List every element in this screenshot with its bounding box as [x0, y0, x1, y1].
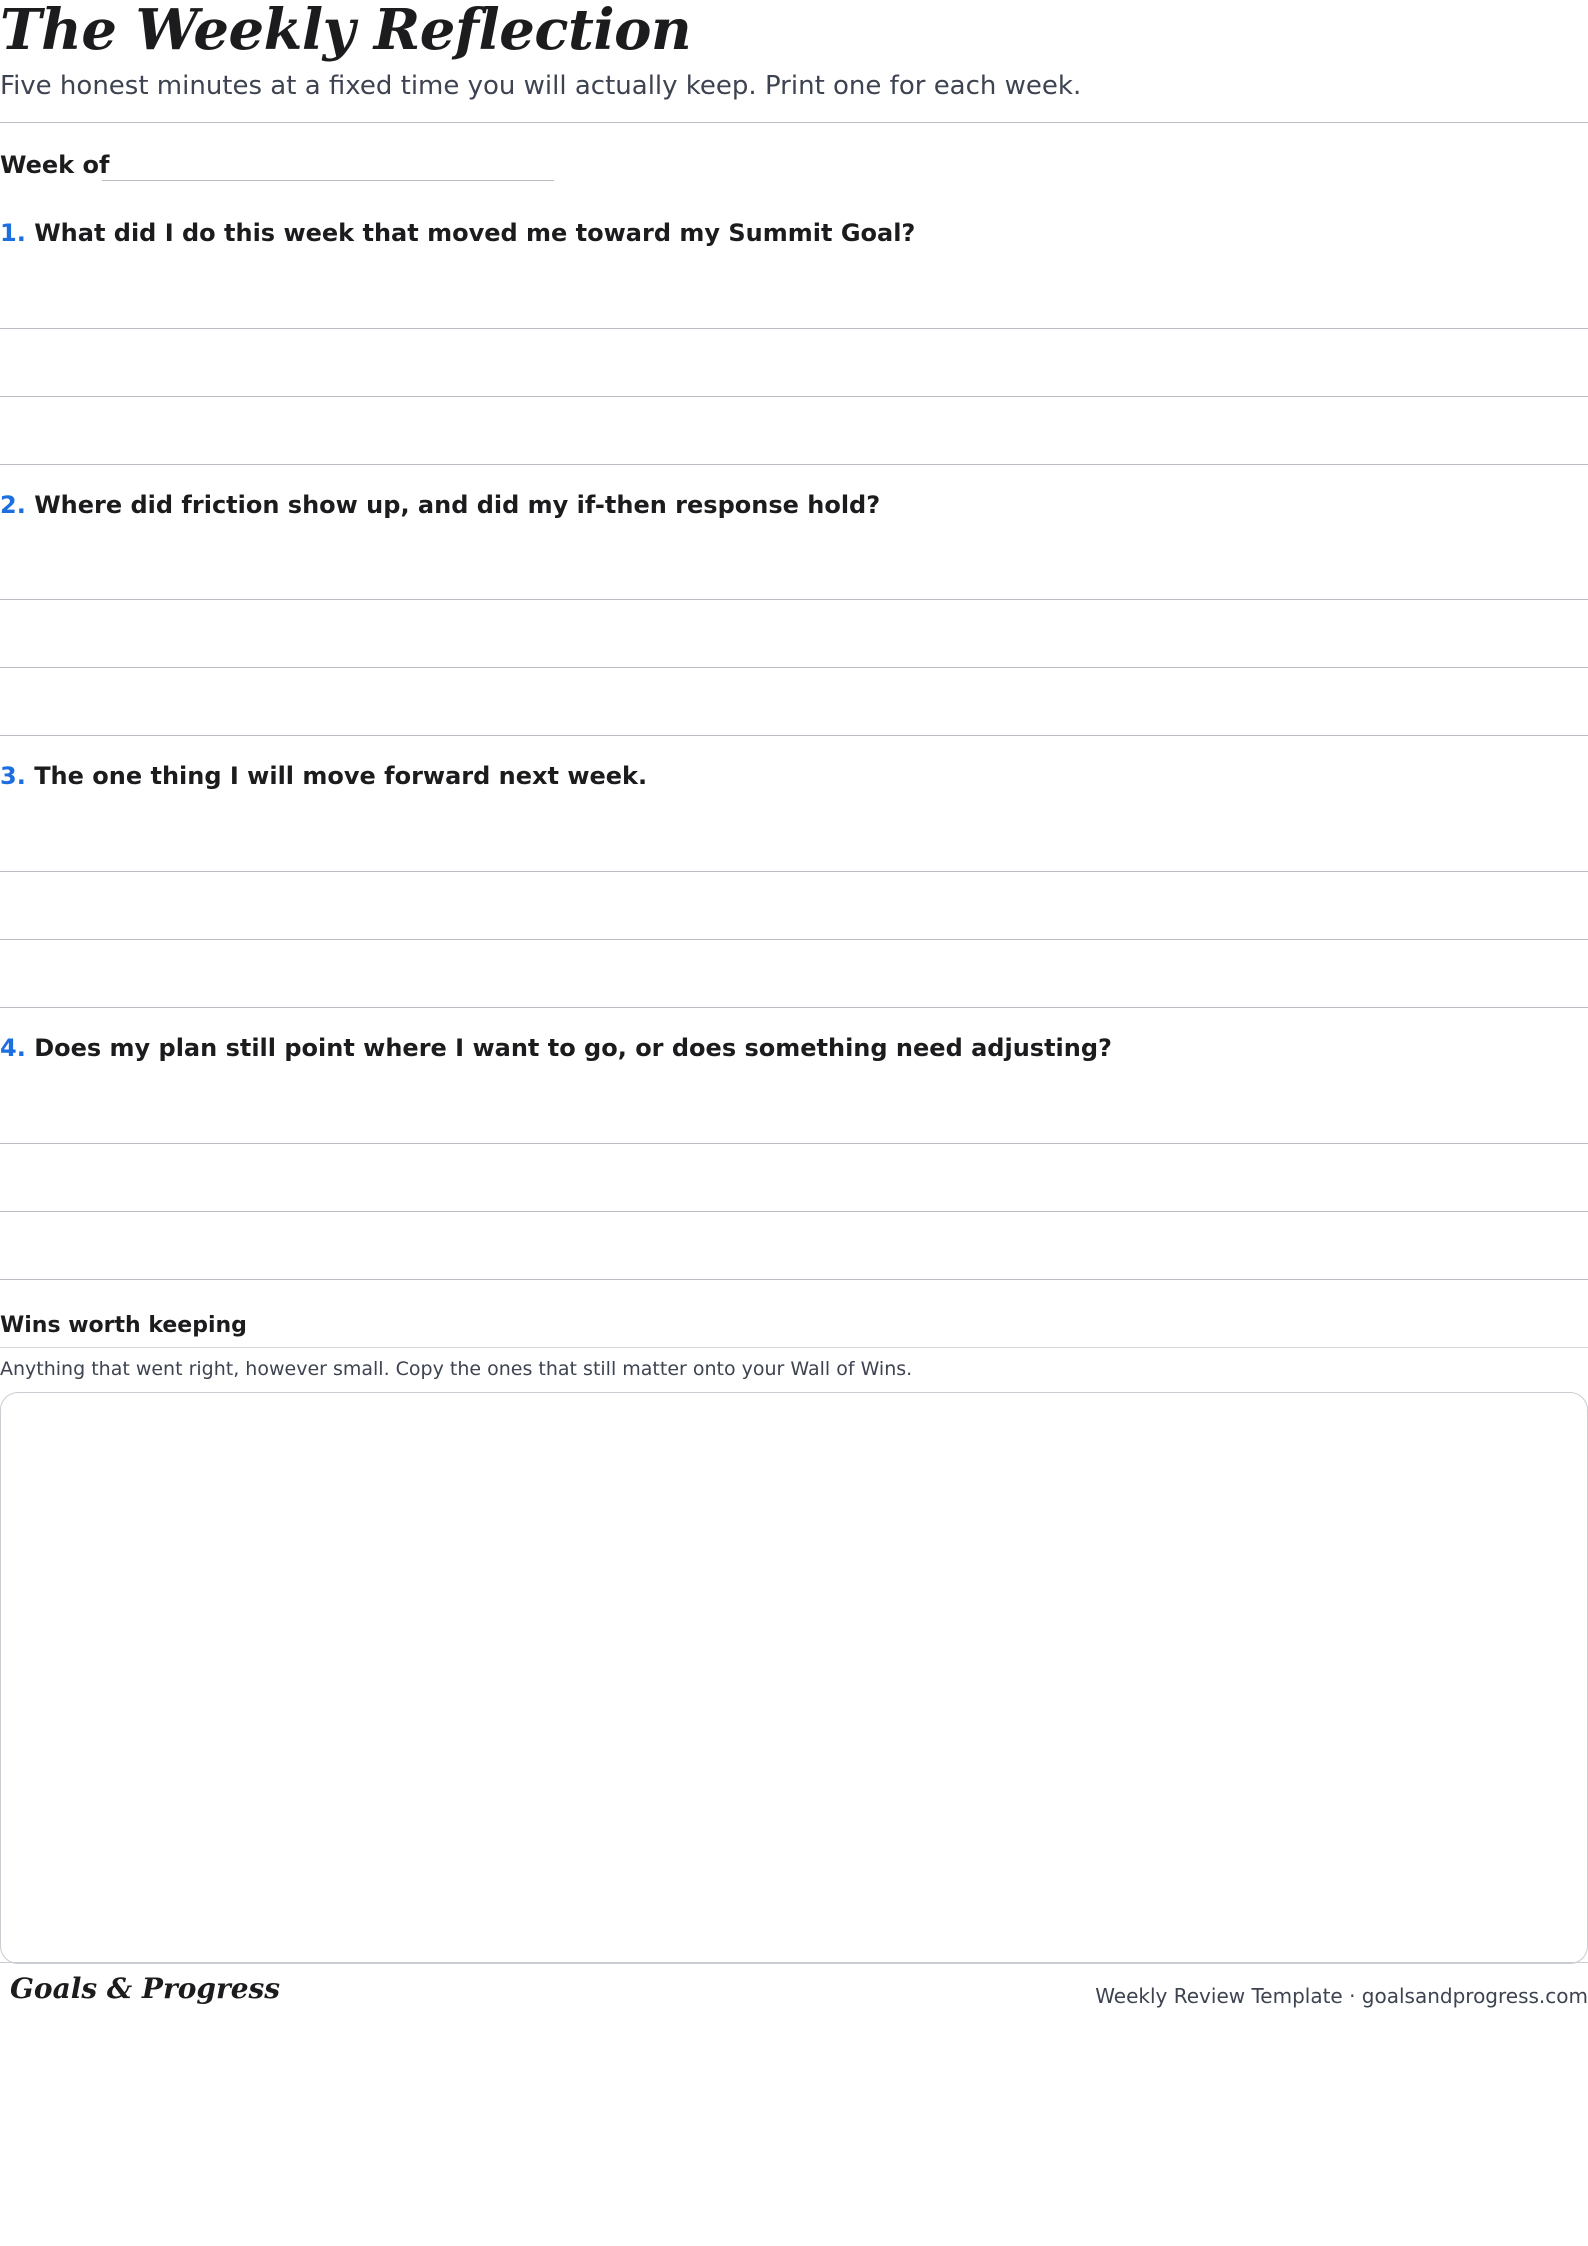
wins-writing-box[interactable]: [0, 1392, 1588, 1964]
page-subtitle: Five honest minutes at a fixed time you …: [0, 71, 1082, 101]
question-2-answer-line-3[interactable]: [0, 735, 1588, 736]
question-4-answer-line-2[interactable]: [0, 1211, 1588, 1212]
brand-logo: Goals & Progress: [10, 1972, 281, 2005]
question-4-answer-line-3[interactable]: [0, 1279, 1588, 1280]
question-4-text: 4. Does my plan still point where I want…: [0, 1031, 1112, 1065]
week-of-label: Week of: [0, 151, 110, 179]
footer-divider: [0, 1962, 1588, 1963]
question-4-prompt: Does my plan still point where I want to…: [34, 1034, 1112, 1062]
question-4-answer-line-1[interactable]: [0, 1143, 1588, 1144]
question-3-answer-line-1[interactable]: [0, 871, 1588, 872]
question-3-answer-line-2[interactable]: [0, 939, 1588, 940]
question-1-number: 1.: [0, 219, 26, 247]
question-1-prompt: What did I do this week that moved me to…: [34, 219, 916, 247]
question-1-answer-line-3[interactable]: [0, 464, 1588, 465]
question-2-text: 2. Where did friction show up, and did m…: [0, 488, 880, 522]
footer-note: Weekly Review Template · goalsandprogres…: [1095, 1984, 1588, 2008]
header-divider: [0, 122, 1588, 123]
question-1-text: 1. What did I do this week that moved me…: [0, 216, 915, 250]
question-4-number: 4.: [0, 1034, 26, 1062]
question-3-number: 3.: [0, 762, 26, 790]
page-title: The Weekly Reflection: [0, 0, 692, 63]
question-1-answer-line-2[interactable]: [0, 396, 1588, 397]
question-3-prompt: The one thing I will move forward next w…: [34, 762, 648, 790]
question-2-answer-line-1[interactable]: [0, 599, 1588, 600]
question-3-answer-line-3[interactable]: [0, 1007, 1588, 1008]
wins-section-description: Anything that went right, however small.…: [0, 1358, 913, 1380]
question-2-answer-line-2[interactable]: [0, 667, 1588, 668]
question-1-answer-line-1[interactable]: [0, 328, 1588, 329]
wins-divider: [0, 1347, 1588, 1348]
week-of-field[interactable]: [102, 178, 554, 181]
question-3-text: 3. The one thing I will move forward nex…: [0, 759, 647, 793]
wins-section-title: Wins worth keeping: [0, 1313, 247, 1338]
question-2-number: 2.: [0, 491, 26, 519]
question-2-prompt: Where did friction show up, and did my i…: [34, 491, 881, 519]
